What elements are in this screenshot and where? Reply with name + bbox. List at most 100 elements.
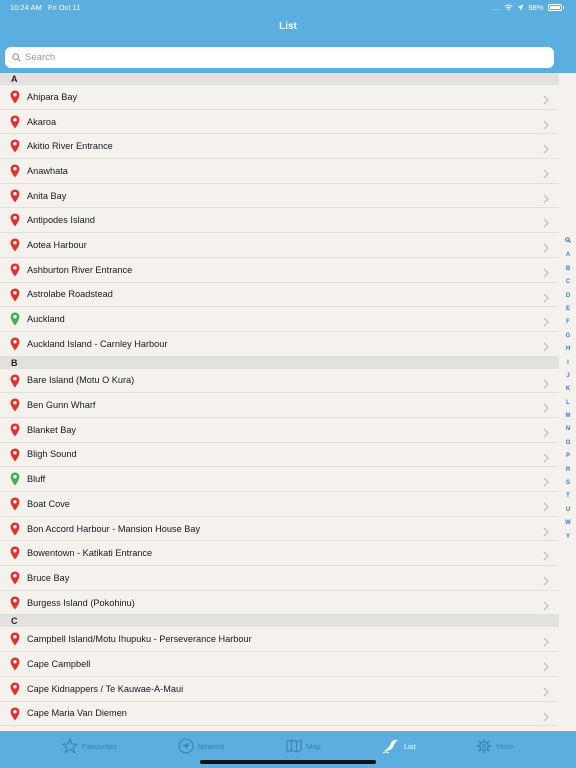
search-input[interactable] xyxy=(25,52,525,63)
list-item[interactable]: Auckland Island - Carnley Harbour xyxy=(0,332,559,357)
index-letter-y[interactable]: Y xyxy=(561,531,575,544)
list-item[interactable]: Bruce Bay xyxy=(0,566,559,591)
chevron-right-icon xyxy=(543,524,549,537)
index-letter-g[interactable]: G xyxy=(561,330,575,343)
red-pin-icon xyxy=(10,657,20,671)
chevron-right-icon xyxy=(543,215,549,228)
list-item[interactable]: Anita Bay xyxy=(0,184,559,209)
index-letter-c[interactable]: C xyxy=(561,276,575,289)
tab-list[interactable]: List xyxy=(382,737,416,755)
status-time: 10:24 AM Fri Oct 11 xyxy=(10,3,81,12)
chevron-right-icon xyxy=(543,166,549,179)
red-pin-icon xyxy=(10,288,20,302)
list-item-label: Ben Gunn Wharf xyxy=(27,400,96,411)
index-letter-w[interactable]: W xyxy=(561,517,575,530)
list-item[interactable]: Anawhata xyxy=(0,159,559,184)
tab-map[interactable]: Map xyxy=(286,737,321,755)
list-item[interactable]: Bligh Sound xyxy=(0,443,559,468)
index-letter-h[interactable]: H xyxy=(561,343,575,356)
list-item[interactable]: Auckland xyxy=(0,307,559,332)
index-letter-j[interactable]: J xyxy=(561,370,575,383)
red-pin-icon xyxy=(10,263,20,277)
list-item[interactable]: Bluff xyxy=(0,467,559,492)
list-item[interactable]: Campbell Island/Motu Ihupuku - Persevera… xyxy=(0,627,559,653)
section-index[interactable]: ABCDEFGHIJKLMNOPRSTUWY xyxy=(561,236,575,544)
tab-nearest[interactable]: Nearest xyxy=(178,737,224,755)
map-icon xyxy=(286,739,302,753)
index-letter-m[interactable]: M xyxy=(561,410,575,423)
index-letter-l[interactable]: L xyxy=(561,397,575,410)
red-pin-icon xyxy=(10,522,20,536)
index-letter-d[interactable]: D xyxy=(561,290,575,303)
list-item[interactable]: Akaroa xyxy=(0,110,559,135)
chevron-right-icon xyxy=(543,474,549,487)
list-item[interactable]: Bon Accord Harbour - Mansion House Bay xyxy=(0,517,559,542)
chevron-right-icon xyxy=(543,709,549,721)
tab-more[interactable]: More xyxy=(476,737,513,755)
index-letter-r[interactable]: R xyxy=(561,464,575,477)
index-letter-n[interactable]: N xyxy=(561,423,575,436)
index-search-icon[interactable] xyxy=(561,236,575,249)
search-bar[interactable] xyxy=(5,47,554,68)
list-item[interactable]: Ashburton River Entrance xyxy=(0,258,559,283)
list-item[interactable]: Bare Island (Motu O Kura) xyxy=(0,369,559,394)
list-item[interactable]: Ben Gunn Wharf xyxy=(0,393,559,418)
red-pin-icon xyxy=(10,571,20,585)
list-item-label: Akaroa xyxy=(27,116,57,127)
red-pin-icon xyxy=(10,90,20,104)
status-right: .... 98% xyxy=(492,3,564,12)
index-letter-p[interactable]: P xyxy=(561,450,575,463)
section-header-c: C xyxy=(0,615,559,628)
red-pin-icon xyxy=(10,213,20,227)
list-item[interactable]: Antipodes Island xyxy=(0,208,559,234)
chevron-right-icon xyxy=(543,425,549,438)
list-item[interactable]: Cape Maria Van Diemen xyxy=(0,702,559,727)
gear-icon xyxy=(476,738,492,754)
battery-icon xyxy=(547,4,562,11)
signal-dots: .... xyxy=(492,3,501,12)
list-item[interactable]: Astrolabe Roadstead xyxy=(0,283,559,308)
status-bar: 10:24 AM Fri Oct 11 .... 98% xyxy=(0,0,576,16)
navigation-arrow-icon xyxy=(178,738,194,754)
index-letter-i[interactable]: I xyxy=(561,357,575,370)
index-letter-f[interactable]: F xyxy=(561,316,575,329)
list-item[interactable]: Aotea Harbour xyxy=(0,233,559,258)
chevron-right-icon xyxy=(543,598,549,611)
list-item-label: Bruce Bay xyxy=(27,572,70,583)
list-item[interactable]: Cape Campbell xyxy=(0,652,559,677)
index-letter-s[interactable]: S xyxy=(561,477,575,490)
chevron-right-icon xyxy=(543,191,549,204)
index-letter-b[interactable]: B xyxy=(561,263,575,276)
location-list[interactable]: A Ahipara Bay Akaroa Akitio River Entrance A… xyxy=(0,73,559,730)
index-letter-k[interactable]: K xyxy=(561,383,575,396)
list-item-label: Blanket Bay xyxy=(27,424,77,435)
section-header-b: B xyxy=(0,356,559,369)
list-item-label: Bligh Sound xyxy=(27,449,77,460)
list-item[interactable]: Cape Kidnappers / Te Kauwae-A-Maui xyxy=(0,677,559,702)
red-pin-icon xyxy=(10,374,20,388)
index-letter-a[interactable]: A xyxy=(561,249,575,262)
list-item[interactable]: Akitio River Entrance xyxy=(0,134,559,160)
list-item-label: Boat Cove xyxy=(27,498,70,509)
list-item-label: Ahipara Bay xyxy=(27,91,78,102)
list-item-label: Astrolabe Roadstead xyxy=(27,289,113,300)
list-item[interactable]: Blanket Bay xyxy=(0,418,559,443)
search-icon xyxy=(9,51,23,65)
list-item[interactable]: Ahipara Bay xyxy=(0,85,559,110)
battery-percent: 98% xyxy=(528,3,544,12)
list-item-label: Cape Maria Van Diemen xyxy=(27,708,127,719)
list-item[interactable]: Boat Cove xyxy=(0,492,559,517)
index-letter-e[interactable]: E xyxy=(561,303,575,316)
tab-label: List xyxy=(404,741,416,751)
list-item-label: Anawhata xyxy=(27,165,68,176)
index-letter-o[interactable]: O xyxy=(561,437,575,450)
tab-favourites[interactable]: Favourites xyxy=(62,737,117,755)
tab-label: Favourites xyxy=(82,741,118,751)
list-item[interactable]: Burgess Island (Pokohinu) xyxy=(0,591,559,616)
chevron-right-icon xyxy=(543,573,549,586)
chevron-right-icon xyxy=(543,548,549,561)
index-letter-u[interactable]: U xyxy=(561,504,575,517)
index-letter-t[interactable]: T xyxy=(561,490,575,503)
home-indicator xyxy=(200,760,376,764)
list-item[interactable]: Bowentown - Katikati Entrance xyxy=(0,541,559,567)
